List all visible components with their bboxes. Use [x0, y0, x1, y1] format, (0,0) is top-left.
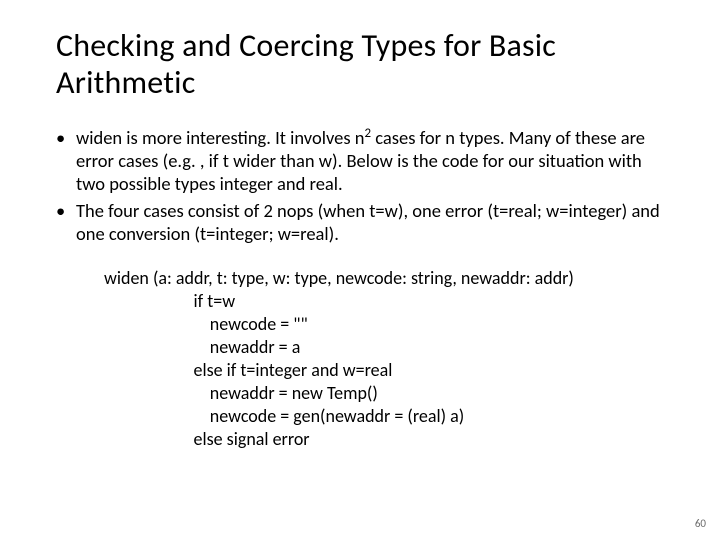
slide-title: Checking and Coercing Types for Basic Ar… — [56, 28, 664, 102]
page-number: 60 — [695, 517, 706, 530]
bullet-text-pre: widen is more interesting. It involves n — [76, 126, 365, 149]
bullet-text: widen is more interesting. It involves n… — [72, 126, 664, 195]
bullet-dot: • — [56, 126, 72, 195]
code-line: else signal error — [104, 428, 310, 450]
bullet-dot: • — [56, 199, 72, 245]
code-line: newcode = gen(newaddr = (real) a) — [104, 405, 464, 427]
code-line: if t=w — [104, 290, 235, 312]
slide: Checking and Coercing Types for Basic Ar… — [0, 0, 720, 540]
bullet-text-pre: The four cases consist of 2 nops (when t… — [76, 199, 660, 245]
bullet-text: The four cases consist of 2 nops (when t… — [72, 199, 664, 245]
code-line: newaddr = a — [104, 336, 300, 358]
slide-body: • widen is more interesting. It involves… — [56, 126, 664, 452]
bullet-item: • widen is more interesting. It involves… — [56, 126, 664, 195]
code-block: widen (a: addr, t: type, w: type, newcod… — [104, 267, 664, 451]
code-line: widen (a: addr, t: type, w: type, newcod… — [104, 267, 574, 289]
bullet-item: • The four cases consist of 2 nops (when… — [56, 199, 664, 245]
code-line: else if t=integer and w=real — [104, 359, 392, 381]
code-line: newaddr = new Temp() — [104, 382, 378, 404]
code-line: newcode = "" — [104, 313, 308, 335]
